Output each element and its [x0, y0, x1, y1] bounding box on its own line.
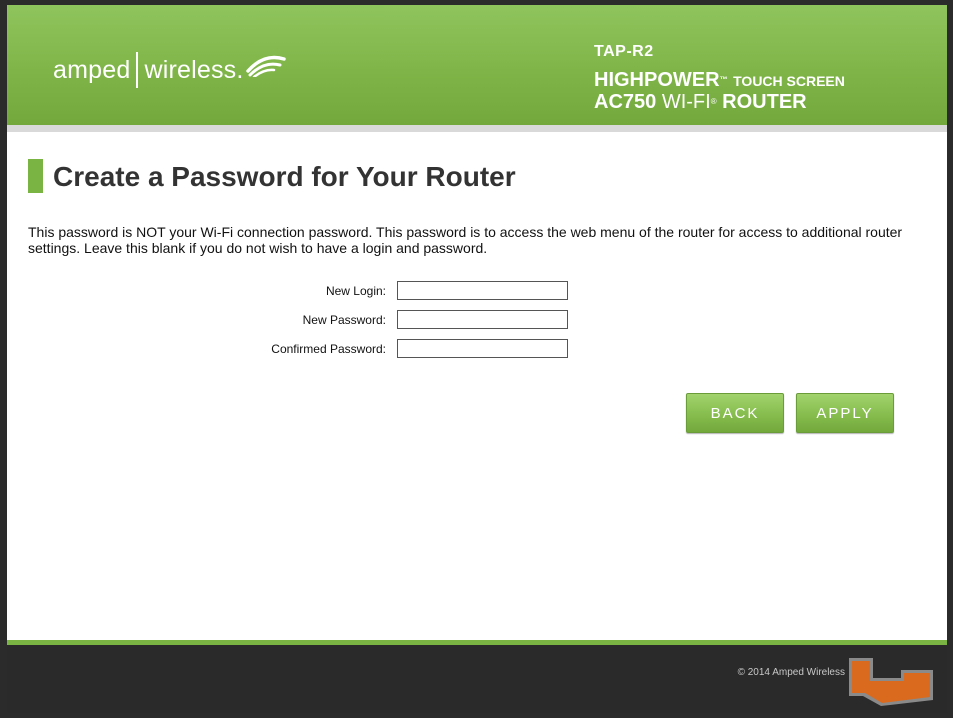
- wifi-text: WI-FI: [661, 91, 711, 113]
- logo-divider: [136, 52, 139, 88]
- new-login-label: New Login:: [325, 284, 386, 298]
- footer: © 2014 Amped Wireless: [7, 645, 947, 713]
- product-line-2: AC750 WI-FI® ROUTER: [594, 91, 845, 113]
- title-accent-bar: [28, 159, 43, 193]
- page-frame: amped wireless. TAP-R2 HIGHPOWER™ TOUCH …: [7, 5, 947, 713]
- back-button[interactable]: BACK: [686, 393, 784, 433]
- highpower-text: HIGHPOWER: [594, 69, 720, 91]
- watermark-logo-icon: [849, 658, 933, 706]
- ac750-text: AC750: [594, 91, 657, 113]
- wireless-swoosh-icon: [245, 55, 286, 77]
- form-row-new-password: New Password:: [157, 310, 577, 332]
- form-row-confirmed-password: Confirmed Password:: [157, 339, 577, 361]
- logo-text-wireless: wireless.: [144, 55, 244, 84]
- new-login-input[interactable]: [397, 281, 568, 300]
- copyright-text: © 2014 Amped Wireless: [737, 667, 845, 678]
- page-description: This password is NOT your Wi-Fi connecti…: [28, 224, 903, 256]
- logo-text-amped: amped: [53, 55, 131, 84]
- product-line-1: HIGHPOWER™ TOUCH SCREEN: [594, 70, 845, 91]
- model-number: TAP-R2: [594, 43, 654, 60]
- header-divider: [7, 125, 947, 132]
- form-row-new-login: New Login:: [157, 281, 577, 303]
- confirmed-password-input[interactable]: [397, 339, 568, 358]
- header-banner: amped wireless. TAP-R2 HIGHPOWER™ TOUCH …: [7, 5, 947, 125]
- touch-screen-text: TOUCH SCREEN: [733, 73, 845, 89]
- trademark-symbol: ™: [719, 75, 728, 84]
- new-password-label: New Password:: [302, 313, 386, 327]
- apply-button[interactable]: APPLY: [796, 393, 894, 433]
- new-password-input[interactable]: [397, 310, 568, 329]
- registered-symbol: ®: [710, 97, 717, 106]
- router-text: ROUTER: [722, 91, 807, 113]
- amped-wireless-logo: amped wireless.: [53, 45, 286, 95]
- confirmed-password-label: Confirmed Password:: [271, 342, 386, 356]
- page-title: Create a Password for Your Router: [53, 161, 516, 192]
- product-name: TAP-R2 HIGHPOWER™ TOUCH SCREEN AC750 WI-…: [594, 43, 845, 113]
